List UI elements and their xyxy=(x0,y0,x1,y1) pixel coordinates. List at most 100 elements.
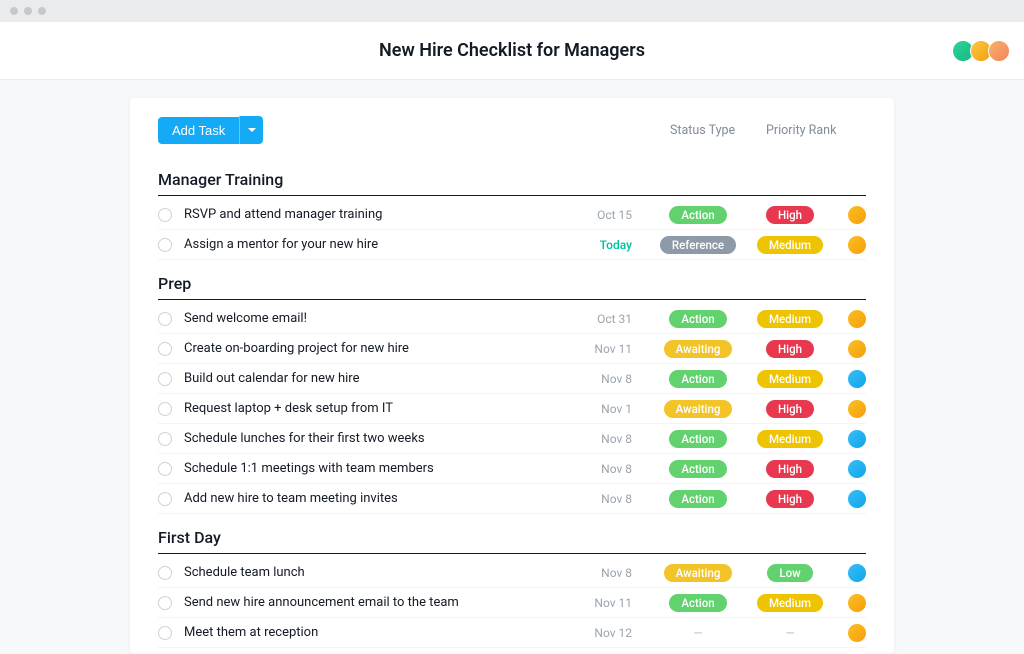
assignee-cell[interactable] xyxy=(830,236,866,254)
task-checkbox[interactable] xyxy=(158,342,172,356)
status-cell[interactable]: Action xyxy=(652,460,744,478)
assignee-cell[interactable] xyxy=(830,430,866,448)
task-row[interactable]: Schedule lunches for their first two wee… xyxy=(158,424,866,454)
status-cell[interactable]: Action xyxy=(652,490,744,508)
priority-cell[interactable]: High xyxy=(750,460,830,478)
task-row[interactable]: Build out calendar for new hireNov 8 Acti… xyxy=(158,364,866,394)
status-pill: Action xyxy=(669,206,726,224)
assignee-avatar xyxy=(848,340,866,358)
card-toolbar: Add Task Status Type Priority Rank xyxy=(158,116,866,144)
priority-cell[interactable]: Medium xyxy=(750,430,830,448)
task-name[interactable]: Send new hire announcement email to the … xyxy=(184,595,576,610)
section-title[interactable]: Prep xyxy=(158,266,866,300)
status-cell[interactable]: Awaiting xyxy=(652,400,744,418)
status-cell[interactable]: Action xyxy=(652,594,744,612)
priority-cell[interactable]: Medium xyxy=(750,594,830,612)
status-cell[interactable]: Action xyxy=(652,206,744,224)
assignee-avatar xyxy=(848,564,866,582)
col-header-priority: Priority Rank xyxy=(766,123,866,138)
task-checkbox[interactable] xyxy=(158,596,172,610)
collaborators[interactable] xyxy=(956,40,1010,62)
task-row[interactable]: Schedule 1:1 meetings with team membersN… xyxy=(158,454,866,484)
assignee-cell[interactable] xyxy=(830,564,866,582)
avatar[interactable] xyxy=(988,40,1010,62)
task-date: Nov 8 xyxy=(576,566,632,580)
section-title[interactable]: Manager Training xyxy=(158,162,866,196)
task-date: Oct 15 xyxy=(576,208,632,222)
status-cell[interactable]: Action xyxy=(652,430,744,448)
task-checkbox[interactable] xyxy=(158,492,172,506)
priority-pill: Medium xyxy=(757,594,823,612)
priority-pill: Low xyxy=(767,564,812,582)
assignee-cell[interactable] xyxy=(830,594,866,612)
task-row[interactable]: Send welcome email!Oct 31ActionMedium xyxy=(158,304,866,334)
priority-cell[interactable]: Medium xyxy=(750,310,830,328)
task-row[interactable]: Request laptop + desk setup from ITNov 1… xyxy=(158,394,866,424)
priority-cell[interactable]: High xyxy=(750,206,830,224)
task-name[interactable]: Schedule 1:1 meetings with team members xyxy=(184,461,576,476)
task-date: Nov 8 xyxy=(576,372,632,386)
status-pill: — xyxy=(688,624,709,642)
status-cell[interactable]: Awaiting xyxy=(652,564,744,582)
assignee-cell[interactable] xyxy=(830,206,866,224)
priority-cell[interactable]: — xyxy=(750,624,830,642)
task-name[interactable]: Request laptop + desk setup from IT xyxy=(184,401,576,416)
add-task-dropdown[interactable] xyxy=(239,116,263,144)
assignee-avatar xyxy=(848,370,866,388)
task-row[interactable]: Send new hire announcement email to the … xyxy=(158,588,866,618)
task-row[interactable]: Create on-boarding project for new hireN… xyxy=(158,334,866,364)
assignee-cell[interactable] xyxy=(830,624,866,642)
status-cell[interactable]: Reference xyxy=(652,236,744,254)
task-name[interactable]: RSVP and attend manager training xyxy=(184,207,576,222)
assignee-cell[interactable] xyxy=(830,370,866,388)
status-pill: Action xyxy=(669,430,726,448)
task-row[interactable]: RSVP and attend manager trainingOct 15 Ac… xyxy=(158,200,866,230)
status-pill: Action xyxy=(669,370,726,388)
status-cell[interactable]: Action xyxy=(652,370,744,388)
task-row[interactable]: Meet them at receptionNov 12—— xyxy=(158,618,866,648)
priority-cell[interactable]: Low xyxy=(750,564,830,582)
task-checkbox[interactable] xyxy=(158,626,172,640)
assignee-cell[interactable] xyxy=(830,400,866,418)
task-name[interactable]: Create on-boarding project for new hire xyxy=(184,341,576,356)
assignee-cell[interactable] xyxy=(830,310,866,328)
task-row[interactable]: Assign a mentor for your new hireTodayRe… xyxy=(158,230,866,260)
status-cell[interactable]: Action xyxy=(652,310,744,328)
status-cell[interactable]: Awaiting xyxy=(652,340,744,358)
assignee-cell[interactable] xyxy=(830,460,866,478)
task-checkbox[interactable] xyxy=(158,402,172,416)
priority-cell[interactable]: High xyxy=(750,490,830,508)
priority-cell[interactable]: Medium xyxy=(750,370,830,388)
assignee-cell[interactable] xyxy=(830,340,866,358)
priority-cell[interactable]: High xyxy=(750,400,830,418)
priority-cell[interactable]: High xyxy=(750,340,830,358)
task-checkbox[interactable] xyxy=(158,312,172,326)
task-row[interactable]: Schedule team lunchNov 8 Awaiting Low xyxy=(158,558,866,588)
task-name[interactable]: Build out calendar for new hire xyxy=(184,371,576,386)
task-name[interactable]: Assign a mentor for your new hire xyxy=(184,237,576,252)
priority-pill: High xyxy=(766,400,814,418)
task-name[interactable]: Schedule lunches for their first two wee… xyxy=(184,431,576,446)
task-name[interactable]: Add new hire to team meeting invites xyxy=(184,491,576,506)
assignee-avatar xyxy=(848,594,866,612)
task-name[interactable]: Meet them at reception xyxy=(184,625,576,640)
task-checkbox[interactable] xyxy=(158,432,172,446)
task-checkbox[interactable] xyxy=(158,238,172,252)
priority-pill: Medium xyxy=(757,370,823,388)
add-task-button[interactable]: Add Task xyxy=(158,117,239,144)
section-title[interactable]: First Day xyxy=(158,520,866,554)
status-pill: Action xyxy=(669,460,726,478)
task-checkbox[interactable] xyxy=(158,566,172,580)
assignee-cell[interactable] xyxy=(830,490,866,508)
assignee-avatar xyxy=(848,206,866,224)
priority-cell[interactable]: Medium xyxy=(750,236,830,254)
task-row[interactable]: Add new hire to team meeting invitesNov … xyxy=(158,484,866,514)
page-title: New Hire Checklist for Managers xyxy=(379,40,645,61)
window-titlebar xyxy=(0,0,1024,22)
status-cell[interactable]: — xyxy=(652,624,744,642)
task-checkbox[interactable] xyxy=(158,372,172,386)
task-checkbox[interactable] xyxy=(158,462,172,476)
task-name[interactable]: Send welcome email! xyxy=(184,311,576,326)
task-checkbox[interactable] xyxy=(158,208,172,222)
task-name[interactable]: Schedule team lunch xyxy=(184,565,576,580)
